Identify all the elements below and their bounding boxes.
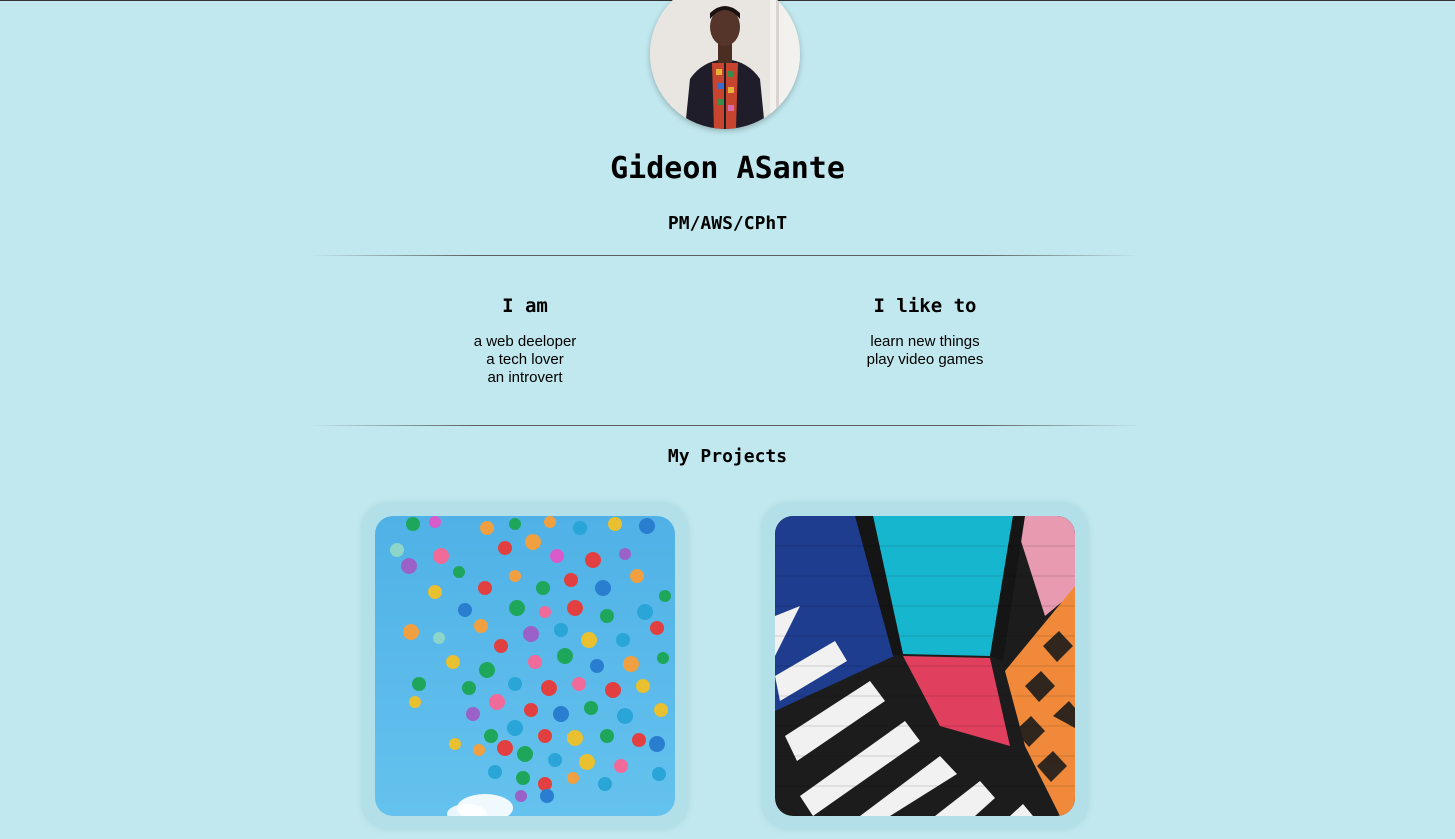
projects-title: My Projects — [667, 446, 788, 467]
profile-name: Gideon ASante — [610, 151, 845, 186]
i-am-section: I am a web deeloper a tech lover an intr… — [375, 295, 675, 387]
divider-bottom — [310, 425, 1140, 426]
list-item: a web deeloper — [473, 333, 577, 350]
i-like-list: learn new things play video games — [775, 333, 1075, 369]
profile-page: Gideon ASante PM/AWS/CPhT I am a web dee… — [0, 0, 1455, 839]
profile-avatar — [650, 0, 800, 129]
list-item: an introvert — [487, 369, 563, 386]
project-image-mural[interactable] — [775, 516, 1075, 816]
project-card-mural[interactable] — [762, 503, 1088, 829]
i-am-list: a web deeloper a tech lover an introvert — [375, 333, 675, 387]
list-item: learn new things — [870, 333, 980, 350]
profile-role: PM/AWS/CPhT — [667, 213, 788, 234]
list-item: play video games — [866, 351, 984, 368]
list-item: a tech lover — [486, 351, 564, 368]
project-card-balloons[interactable] — [362, 503, 688, 829]
i-like-heading: I like to — [873, 295, 977, 317]
i-am-heading: I am — [502, 295, 548, 317]
project-image-balloons[interactable] — [375, 516, 675, 816]
i-like-section: I like to learn new things play video ga… — [775, 295, 1075, 369]
divider-top — [310, 255, 1140, 256]
